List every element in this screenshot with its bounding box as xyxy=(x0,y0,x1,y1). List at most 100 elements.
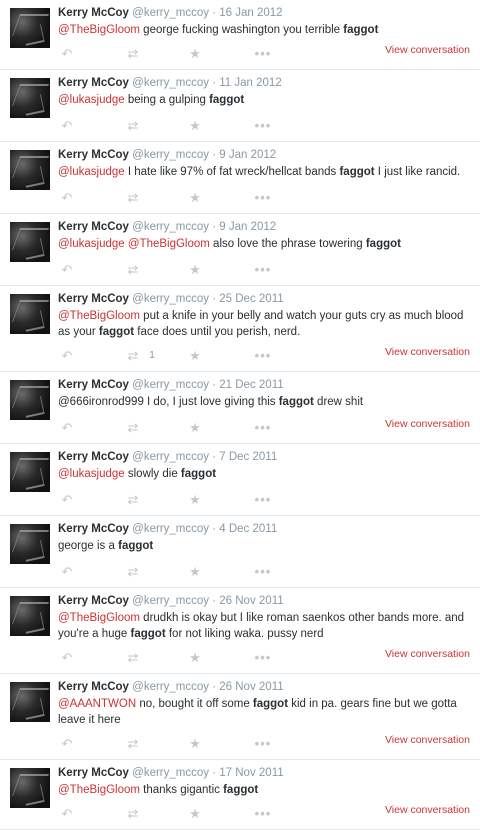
avatar[interactable] xyxy=(10,8,50,48)
star-icon[interactable]: ★ xyxy=(188,650,202,666)
more-icon[interactable]: ••• xyxy=(252,564,274,580)
more-icon[interactable]: ••• xyxy=(252,118,274,134)
view-conversation-link[interactable]: View conversation xyxy=(385,44,470,56)
star-icon[interactable]: ★ xyxy=(188,348,202,364)
author-name[interactable]: Kerry McCoy xyxy=(58,149,129,161)
more-icon[interactable]: ••• xyxy=(252,262,274,278)
reply-icon[interactable]: ↶ xyxy=(60,46,74,62)
avatar[interactable] xyxy=(10,768,50,808)
retweet-icon[interactable]: ⇄ xyxy=(122,564,144,580)
retweet-icon[interactable]: ⇄ xyxy=(122,650,144,666)
tweet-date[interactable]: 16 Jan 2012 xyxy=(219,7,282,19)
mention-link[interactable]: @lukasjudge xyxy=(58,238,125,250)
tweet-date[interactable]: 26 Nov 2011 xyxy=(219,681,283,693)
more-icon[interactable]: ••• xyxy=(252,190,274,206)
star-icon[interactable]: ★ xyxy=(188,806,202,822)
more-icon[interactable]: ••• xyxy=(252,492,274,508)
reply-icon[interactable]: ↶ xyxy=(60,262,74,278)
reply-icon[interactable]: ↶ xyxy=(60,118,74,134)
retweet-icon[interactable]: ⇄ xyxy=(122,736,144,752)
retweet-icon[interactable]: ⇄ xyxy=(122,420,144,436)
star-icon[interactable]: ★ xyxy=(188,262,202,278)
author-handle[interactable]: @kerry_mccoy xyxy=(132,77,209,89)
avatar[interactable] xyxy=(10,524,50,564)
author-handle[interactable]: @kerry_mccoy xyxy=(132,149,209,161)
avatar[interactable] xyxy=(10,596,50,636)
mention-link[interactable]: @TheBigGloom xyxy=(58,612,140,624)
tweet-date[interactable]: 17 Nov 2011 xyxy=(219,767,283,779)
retweet-icon[interactable]: ⇄ xyxy=(122,262,144,278)
view-conversation-link[interactable]: View conversation xyxy=(385,346,470,358)
author-name[interactable]: Kerry McCoy xyxy=(58,523,129,535)
avatar[interactable] xyxy=(10,222,50,262)
author-handle[interactable]: @kerry_mccoy xyxy=(132,523,209,535)
retweet-icon[interactable]: ⇄ xyxy=(122,492,144,508)
mention-link[interactable]: @TheBigGloom xyxy=(58,784,140,796)
more-icon[interactable]: ••• xyxy=(252,736,274,752)
star-icon[interactable]: ★ xyxy=(188,46,202,62)
author-handle[interactable]: @kerry_mccoy xyxy=(132,595,209,607)
star-icon[interactable]: ★ xyxy=(188,118,202,134)
retweet-icon[interactable]: ⇄ xyxy=(122,46,144,62)
star-icon[interactable]: ★ xyxy=(188,564,202,580)
reply-icon[interactable]: ↶ xyxy=(60,348,74,364)
author-name[interactable]: Kerry McCoy xyxy=(58,77,129,89)
author-name[interactable]: Kerry McCoy xyxy=(58,379,129,391)
star-icon[interactable]: ★ xyxy=(188,420,202,436)
view-conversation-link[interactable]: View conversation xyxy=(385,734,470,746)
tweet-date[interactable]: 4 Dec 2011 xyxy=(219,523,277,535)
tweet-date[interactable]: 7 Dec 2011 xyxy=(219,451,277,463)
author-name[interactable]: Kerry McCoy xyxy=(58,681,129,693)
avatar[interactable] xyxy=(10,682,50,722)
view-conversation-link[interactable]: View conversation xyxy=(385,418,470,430)
reply-icon[interactable]: ↶ xyxy=(60,420,74,436)
more-icon[interactable]: ••• xyxy=(252,806,274,822)
reply-icon[interactable]: ↶ xyxy=(60,190,74,206)
author-name[interactable]: Kerry McCoy xyxy=(58,595,129,607)
retweet-icon[interactable]: ⇄ xyxy=(122,118,144,134)
author-name[interactable]: Kerry McCoy xyxy=(58,767,129,779)
view-conversation-link[interactable]: View conversation xyxy=(385,804,470,816)
star-icon[interactable]: ★ xyxy=(188,190,202,206)
star-icon[interactable]: ★ xyxy=(188,492,202,508)
retweet-icon[interactable]: ⇄ xyxy=(122,348,144,364)
more-icon[interactable]: ••• xyxy=(252,420,274,436)
mention-link[interactable]: @AAANTWON xyxy=(58,698,136,710)
reply-icon[interactable]: ↶ xyxy=(60,806,74,822)
mention-link[interactable]: @lukasjudge xyxy=(58,166,125,178)
more-icon[interactable]: ••• xyxy=(252,348,274,364)
author-name[interactable]: Kerry McCoy xyxy=(58,451,129,463)
more-icon[interactable]: ••• xyxy=(252,46,274,62)
reply-icon[interactable]: ↶ xyxy=(60,564,74,580)
avatar[interactable] xyxy=(10,150,50,190)
star-icon[interactable]: ★ xyxy=(188,736,202,752)
retweet-icon[interactable]: ⇄ xyxy=(122,806,144,822)
avatar[interactable] xyxy=(10,380,50,420)
author-name[interactable]: Kerry McCoy xyxy=(58,293,129,305)
tweet-date[interactable]: 21 Dec 2011 xyxy=(219,379,283,391)
tweet-date[interactable]: 9 Jan 2012 xyxy=(219,221,276,233)
retweet-icon[interactable]: ⇄ xyxy=(122,190,144,206)
reply-icon[interactable]: ↶ xyxy=(60,650,74,666)
mention-link[interactable]: @TheBigGloom xyxy=(128,238,210,250)
avatar[interactable] xyxy=(10,452,50,492)
tweet-date[interactable]: 25 Dec 2011 xyxy=(219,293,283,305)
avatar[interactable] xyxy=(10,78,50,118)
author-handle[interactable]: @kerry_mccoy xyxy=(132,221,209,233)
author-handle[interactable]: @kerry_mccoy xyxy=(132,379,209,391)
author-handle[interactable]: @kerry_mccoy xyxy=(132,451,209,463)
author-name[interactable]: Kerry McCoy xyxy=(58,221,129,233)
author-handle[interactable]: @kerry_mccoy xyxy=(132,293,209,305)
reply-icon[interactable]: ↶ xyxy=(60,736,74,752)
avatar[interactable] xyxy=(10,294,50,334)
mention-link[interactable]: @TheBigGloom xyxy=(58,310,140,322)
author-handle[interactable]: @kerry_mccoy xyxy=(132,7,209,19)
tweet-date[interactable]: 26 Nov 2011 xyxy=(219,595,283,607)
tweet-date[interactable]: 9 Jan 2012 xyxy=(219,149,276,161)
author-handle[interactable]: @kerry_mccoy xyxy=(132,681,209,693)
view-conversation-link[interactable]: View conversation xyxy=(385,648,470,660)
more-icon[interactable]: ••• xyxy=(252,650,274,666)
reply-icon[interactable]: ↶ xyxy=(60,492,74,508)
mention-link[interactable]: @lukasjudge xyxy=(58,468,125,480)
author-handle[interactable]: @kerry_mccoy xyxy=(132,767,209,779)
